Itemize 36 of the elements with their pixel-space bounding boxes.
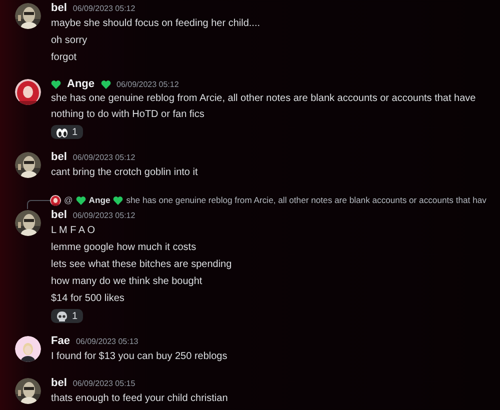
username[interactable]: bel xyxy=(51,2,67,14)
reaction-button[interactable]: 1 xyxy=(51,125,83,139)
eyes-icon xyxy=(56,126,68,138)
timestamp: 06/09/2023 05:12 xyxy=(72,4,136,12)
reply-preview[interactable]: she has one genuine reblog from Arcie, all other notes are blank accounts or accounts that hav xyxy=(126,195,486,205)
reply-line xyxy=(27,200,50,209)
username[interactable]: Ange xyxy=(88,195,110,205)
username[interactable]: bel xyxy=(51,377,67,389)
username[interactable]: Fae xyxy=(51,335,70,347)
timestamp: 06/09/2023 05:12 xyxy=(116,80,179,88)
heart-icon xyxy=(76,196,86,204)
timestamp: 06/09/2023 05:12 xyxy=(72,210,136,220)
username[interactable]: bel xyxy=(51,151,67,163)
reaction-button[interactable]: 1 xyxy=(51,309,83,323)
message-text: I found for $13 you can buy 250 reblogs xyxy=(51,350,228,364)
timestamp: 06/09/2023 05:13 xyxy=(76,336,138,346)
skull-icon xyxy=(56,310,68,322)
message-text: how many do we think she bought xyxy=(51,275,204,289)
heart-icon xyxy=(100,80,110,88)
username[interactable]: bel xyxy=(51,209,67,221)
mention-sign: @ xyxy=(64,195,73,205)
message-text: oh sorry xyxy=(51,34,88,48)
timestamp: 06/09/2023 05:12 xyxy=(72,152,136,162)
message-text: thats enough to feed your child christian xyxy=(51,392,229,406)
message-text: $14 for 500 likes xyxy=(51,292,126,306)
message-text: maybe she should focus on feeding her child.... xyxy=(51,17,262,31)
message-text: L M F A O xyxy=(51,224,96,238)
heart-icon xyxy=(51,80,61,88)
timestamp: 06/09/2023 05:15 xyxy=(72,378,136,388)
message-text: she has one genuine reblog from Arcie, all other notes are blank accounts or accounts that have nothing to do with HoTD or fan fics xyxy=(51,92,477,122)
heart-icon xyxy=(113,196,124,204)
username[interactable]: Ange xyxy=(67,78,94,90)
message-text: lets see what these bitches are spending xyxy=(51,258,233,272)
message-text: cant bring the crotch goblin into it xyxy=(51,166,199,180)
message-text: lemme google how much it costs xyxy=(51,241,198,255)
message-text: forgot xyxy=(51,51,78,65)
